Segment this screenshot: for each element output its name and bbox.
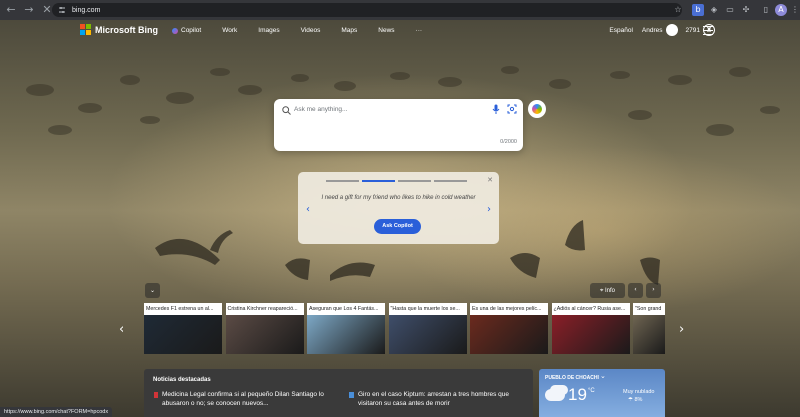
copilot-button[interactable] bbox=[528, 100, 546, 118]
nav-maps[interactable]: Maps bbox=[341, 27, 357, 34]
news-card[interactable]: "Hasta que la muerte los se... bbox=[388, 303, 467, 354]
address-bar[interactable]: bing.com bbox=[52, 3, 682, 17]
hamburger-menu-icon[interactable] bbox=[703, 26, 713, 35]
chevron-down-icon: ⌄ bbox=[149, 287, 156, 294]
news-next-icon[interactable]: › bbox=[679, 322, 684, 337]
previous-suggestion-icon[interactable]: ‹ bbox=[306, 204, 310, 215]
site-info-icon[interactable] bbox=[58, 6, 66, 14]
news-card-title: Cristina Kirchner reapareció... bbox=[225, 303, 304, 315]
weather-unit: °C bbox=[588, 388, 595, 394]
carousel-indicators bbox=[326, 180, 467, 182]
news-card-title: Es una de las mejores pelíc... bbox=[470, 303, 548, 315]
news-card[interactable]: Cristina Kirchner reapareció... bbox=[225, 303, 304, 354]
news-source-icon bbox=[349, 392, 354, 398]
extensions-puzzle-icon[interactable]: ✣ bbox=[740, 4, 752, 16]
header-right: Español Andres 2791 ♜ bbox=[609, 24, 715, 36]
microsoft-logo-icon bbox=[80, 24, 91, 35]
news-card-image bbox=[307, 315, 385, 354]
news-card-title: "Son grand bbox=[633, 303, 665, 315]
user-avatar-icon[interactable] bbox=[665, 24, 678, 36]
news-carousel: Mercedes F1 estrena un al... Cristina Kir… bbox=[144, 303, 665, 354]
bing-header: Microsoft Bing Copilot Work Images Video… bbox=[0, 20, 800, 42]
news-card-image bbox=[144, 315, 222, 354]
nav-copilot[interactable]: Copilot bbox=[172, 27, 201, 34]
rain-chance: ☂ 8% bbox=[628, 397, 643, 403]
weather-condition: Muy nublado bbox=[623, 389, 655, 395]
rewards-points[interactable]: 2791 bbox=[686, 27, 700, 34]
chevron-left-icon: ‹ bbox=[634, 286, 637, 293]
suggestion-text: I need a gift for my friend who likes to… bbox=[321, 195, 476, 201]
featured-news-heading: Noticias destacadas bbox=[153, 377, 211, 383]
extension-icon[interactable]: b bbox=[692, 4, 704, 16]
weather-card[interactable]: PUEBLO DE CHOACHI ⌄ 19 °C Muy nublado ☂ … bbox=[539, 369, 665, 417]
search-icon bbox=[282, 106, 291, 115]
news-card-image bbox=[225, 315, 304, 354]
featured-news-item[interactable]: Giro en el caso Kiptum: arrestan a tres … bbox=[358, 390, 528, 408]
weather-temperature: 19 bbox=[568, 385, 587, 404]
character-counter: 0/2000 bbox=[500, 139, 517, 145]
news-card-image bbox=[388, 315, 467, 354]
browser-menu-icon[interactable]: ⋮ bbox=[789, 4, 800, 16]
news-card-title: "Hasta que la muerte los se... bbox=[388, 303, 467, 315]
search-input[interactable]: Ask me anything... bbox=[294, 106, 347, 113]
nav-videos[interactable]: Videos bbox=[301, 27, 321, 34]
weather-location: PUEBLO DE CHOACHI bbox=[545, 375, 599, 381]
news-card[interactable]: ¿Adiós al cáncer? Rusia ase... bbox=[551, 303, 630, 354]
news-source-icon bbox=[154, 392, 158, 398]
news-card-image bbox=[633, 315, 665, 354]
url-text: bing.com bbox=[72, 6, 101, 14]
cloud-icon bbox=[545, 389, 565, 401]
microsoft-bing-logo[interactable]: Microsoft Bing bbox=[80, 24, 158, 35]
brand-name: Microsoft Bing bbox=[95, 24, 158, 35]
news-card-title: Aseguran que Los 4 Fantás... bbox=[307, 303, 385, 315]
news-card-title: Mercedes F1 estrena un al... bbox=[144, 303, 222, 315]
language-link[interactable]: Español bbox=[609, 27, 633, 34]
next-suggestion-icon[interactable]: › bbox=[487, 204, 491, 215]
featured-news-item[interactable]: Medicina Legal confirma si al pequeño Di… bbox=[162, 390, 332, 408]
news-card[interactable]: Aseguran que Los 4 Fantás... bbox=[307, 303, 385, 354]
nav-more[interactable]: ··· bbox=[416, 27, 423, 34]
forward-icon[interactable]: → bbox=[22, 3, 36, 17]
news-prev-icon[interactable]: ‹ bbox=[119, 322, 124, 337]
nav-images[interactable]: Images bbox=[258, 27, 279, 34]
copilot-icon bbox=[532, 104, 542, 114]
microphone-icon[interactable] bbox=[492, 104, 500, 115]
copilot-suggestion-card: ✕ ‹ I need a gift for my friend who like… bbox=[298, 172, 499, 244]
status-bar-url: https://www.bing.com/chat?FORM=hpcodx bbox=[0, 407, 113, 417]
back-icon[interactable]: ← bbox=[4, 3, 18, 17]
sidebar-icon[interactable]: ▯ bbox=[760, 4, 772, 16]
browser-toolbar: ← → ✕ bing.com ☆ b ◈ ▭ ✣ ▯ A ⋮ bbox=[0, 0, 800, 20]
top-navigation: Copilot Work Images Videos Maps News ··· bbox=[172, 27, 443, 34]
search-box[interactable]: Ask me anything... 0/2000 bbox=[274, 99, 523, 151]
news-card[interactable]: Mercedes F1 estrena un al... bbox=[144, 303, 222, 354]
close-icon[interactable]: ✕ bbox=[487, 176, 493, 184]
bookmark-star-icon[interactable]: ☆ bbox=[672, 4, 684, 16]
location-pin-icon: ⌖ bbox=[599, 287, 604, 294]
extension-shield-icon[interactable]: ◈ bbox=[708, 4, 720, 16]
nav-work[interactable]: Work bbox=[222, 27, 237, 34]
news-card[interactable]: Es una de las mejores pelíc... bbox=[470, 303, 548, 354]
image-info-button[interactable]: ⌖ Info bbox=[590, 283, 625, 298]
news-card-image bbox=[551, 315, 630, 354]
copilot-icon bbox=[172, 27, 178, 34]
bing-homepage: Microsoft Bing Copilot Work Images Video… bbox=[0, 20, 800, 417]
next-image-button[interactable]: › bbox=[646, 283, 661, 298]
chevron-down-icon[interactable]: ⌄ bbox=[600, 372, 606, 380]
visual-search-icon[interactable] bbox=[507, 104, 517, 114]
featured-news-panel: Noticias destacadas Medicina Legal confi… bbox=[144, 369, 533, 417]
profile-avatar[interactable]: A bbox=[775, 4, 787, 16]
previous-image-button[interactable]: ‹ bbox=[628, 283, 643, 298]
chevron-right-icon: › bbox=[652, 286, 655, 293]
news-card-title: ¿Adiós al cáncer? Rusia ase... bbox=[551, 303, 630, 315]
nav-news[interactable]: News bbox=[378, 27, 394, 34]
news-card-image bbox=[470, 315, 548, 354]
ask-copilot-button[interactable]: Ask Copilot bbox=[374, 219, 421, 234]
news-card[interactable]: "Son grand bbox=[633, 303, 665, 354]
extension-icon[interactable]: ▭ bbox=[724, 4, 736, 16]
collapse-feed-button[interactable]: ⌄ bbox=[145, 283, 160, 298]
user-name[interactable]: Andres bbox=[642, 27, 663, 34]
